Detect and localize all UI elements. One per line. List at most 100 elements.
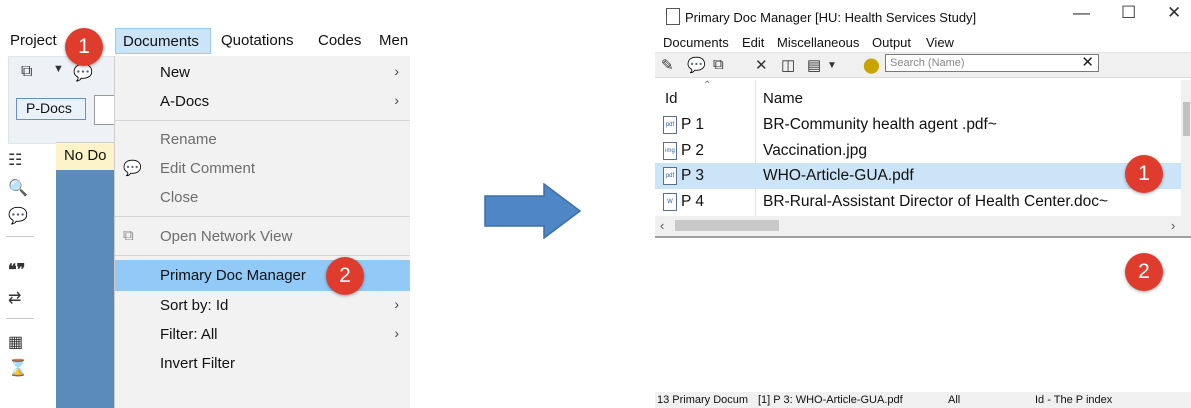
status-sort: Id - The P index — [1035, 394, 1113, 406]
table-row[interactable]: W P 4 BR-Rural-Assistant Director of Hea… — [655, 189, 1181, 215]
comment-icon: 💬 — [123, 160, 142, 177]
menu-item-close[interactable]: Close — [115, 183, 410, 212]
window-menubar: Documents Edit Miscellaneous Output View — [655, 33, 1191, 51]
status-selection: [1] P 3: WHO-Article-GUA.pdf — [758, 394, 903, 406]
menu-item-primary-doc-manager[interactable]: Primary Doc Manager — [115, 260, 410, 291]
scroll-left-icon[interactable]: ‹ — [660, 218, 664, 233]
menu-view[interactable]: View — [926, 35, 954, 50]
search-icon[interactable]: 🔍 — [8, 178, 28, 198]
menu-item-label: Open Network View — [160, 228, 293, 245]
row-id: P 4 — [681, 193, 704, 210]
menu-documents-label: Documents — [123, 33, 199, 50]
delete-icon[interactable]: ✕ — [755, 56, 768, 74]
menu-item-filter[interactable]: Filter: All › — [115, 320, 410, 349]
side-toolbar: ☷ 🔍 💬 ❝❞ ⇄ ▦ ⌛ — [0, 142, 40, 408]
pdf-file-icon: pdf — [663, 167, 677, 185]
row-id: P 1 — [681, 116, 704, 133]
document-icon — [94, 95, 116, 125]
step-badge-1: 1 — [65, 28, 103, 66]
scrollbar-thumb[interactable] — [1183, 102, 1190, 136]
maximize-icon[interactable]: ☐ — [1121, 3, 1136, 23]
column-header-id[interactable]: Id — [665, 90, 678, 107]
chevron-right-icon: › — [394, 63, 399, 79]
menu-item-rename[interactable]: Rename — [115, 125, 410, 154]
chevron-right-icon: › — [394, 296, 399, 312]
tree-icon[interactable]: ☷ — [8, 150, 22, 170]
new-document-icon[interactable]: ✎ — [661, 56, 674, 74]
list-header: Id ⌃ Name — [655, 80, 1181, 112]
table-row[interactable]: img P 2 Vaccination.jpg — [655, 138, 1181, 164]
column-header-name[interactable]: Name — [763, 90, 803, 107]
word-file-icon: W — [663, 193, 677, 211]
comment-icon[interactable]: 💬 — [687, 56, 706, 74]
window-titlebar: Primary Doc Manager [HU: Health Services… — [655, 0, 1191, 32]
status-filter: All — [948, 394, 961, 406]
split-view-icon[interactable]: ◫ — [781, 56, 795, 74]
menu-codes[interactable]: Codes — [318, 32, 361, 49]
menu-item-label: Sort by: Id — [160, 297, 229, 314]
dropdown-arrow-icon[interactable]: ▼ — [827, 60, 837, 71]
comment-icon[interactable]: 💬 — [73, 63, 93, 83]
scroll-right-icon[interactable]: › — [1171, 218, 1175, 233]
menu-item-sort-by[interactable]: Sort by: Id › — [115, 291, 410, 320]
window-title: Primary Doc Manager [HU: Health Services… — [685, 10, 977, 25]
menu-item-label: Filter: All — [160, 326, 218, 343]
menu-item-label: Primary Doc Manager — [160, 267, 306, 284]
menu-item-edit-comment[interactable]: 💬 Edit Comment — [115, 154, 410, 183]
close-icon[interactable]: ✕ — [1167, 3, 1181, 23]
menu-memos[interactable]: Men — [379, 32, 408, 49]
filter-icon[interactable]: ⬤ — [863, 56, 880, 74]
table-row-selected[interactable]: pdf P 3 WHO-Article-GUA.pdf — [655, 163, 1181, 189]
document-manager-icon — [666, 8, 680, 25]
menu-output[interactable]: Output — [872, 35, 911, 50]
step-badge-2: 2 — [326, 257, 364, 295]
clear-search-icon[interactable]: ✕ — [1081, 53, 1094, 71]
right-arrow-icon — [484, 183, 582, 239]
menu-item-label: Edit Comment — [160, 160, 256, 177]
grid-icon[interactable]: ▦ — [8, 332, 23, 352]
step-badge-2: 2 — [1125, 253, 1163, 291]
chevron-right-icon: › — [394, 325, 399, 341]
horizontal-scrollbar[interactable]: ‹ › — [655, 216, 1191, 238]
quote-icon[interactable]: ❝❞ — [8, 260, 25, 280]
table-row[interactable]: pdf P 1 BR-Community health agent .pdf~ — [655, 112, 1181, 138]
network-icon[interactable]: ⧉ — [713, 56, 724, 73]
row-name: WHO-Article-GUA.pdf — [763, 167, 914, 184]
pdocs-button[interactable]: P-Docs — [16, 98, 86, 120]
menu-item-a-docs[interactable]: A-Docs › — [115, 87, 410, 116]
search-input[interactable]: Search (Name) ✕ — [885, 54, 1099, 72]
menu-item-label: New — [160, 64, 191, 81]
network-icon[interactable]: ⧉ — [21, 63, 32, 81]
menu-separator — [115, 120, 410, 121]
menu-separator — [115, 216, 410, 217]
row-name: BR-Rural-Assistant Director of Health Ce… — [763, 193, 1109, 210]
menu-item-label: Close — [160, 189, 199, 206]
documents-dropdown-menu: New › A-Docs › Rename 💬 Edit Comment Close … — [114, 56, 410, 408]
menu-item-open-network-view[interactable]: ⧉ Open Network View — [115, 222, 410, 251]
menu-edit[interactable]: Edit — [742, 35, 764, 50]
menu-documents[interactable]: Documents — [115, 28, 211, 54]
chevron-right-icon: › — [394, 92, 399, 108]
row-id: P 3 — [681, 167, 704, 184]
minimize-icon[interactable]: — — [1073, 3, 1090, 23]
menu-item-new[interactable]: New › — [115, 58, 410, 87]
menu-miscellaneous[interactable]: Miscellaneous — [777, 35, 859, 50]
row-name: BR-Community health agent .pdf~ — [763, 116, 997, 133]
table-icon[interactable]: ▤ — [807, 56, 821, 74]
divider — [6, 236, 34, 237]
menu-quotations[interactable]: Quotations — [221, 32, 294, 49]
sort-ascending-icon: ⌃ — [703, 80, 712, 91]
document-tab[interactable]: No Do — [56, 142, 116, 171]
menu-item-invert-filter[interactable]: Invert Filter — [115, 349, 410, 378]
search-placeholder: Search (Name) — [890, 57, 965, 69]
menu-project[interactable]: Project — [10, 32, 57, 49]
quote-link-icon[interactable]: ⇄ — [8, 288, 21, 308]
dropdown-arrow-icon[interactable]: ▼ — [53, 63, 64, 75]
comment-icon[interactable]: 💬 — [8, 206, 28, 226]
scrollbar-thumb[interactable] — [675, 220, 779, 231]
menu-documents[interactable]: Documents — [663, 35, 729, 50]
menu-item-label: Rename — [160, 131, 217, 148]
vertical-scrollbar[interactable] — [1181, 80, 1191, 216]
hourglass-icon[interactable]: ⌛ — [8, 358, 28, 378]
row-name: Vaccination.jpg — [763, 142, 867, 159]
